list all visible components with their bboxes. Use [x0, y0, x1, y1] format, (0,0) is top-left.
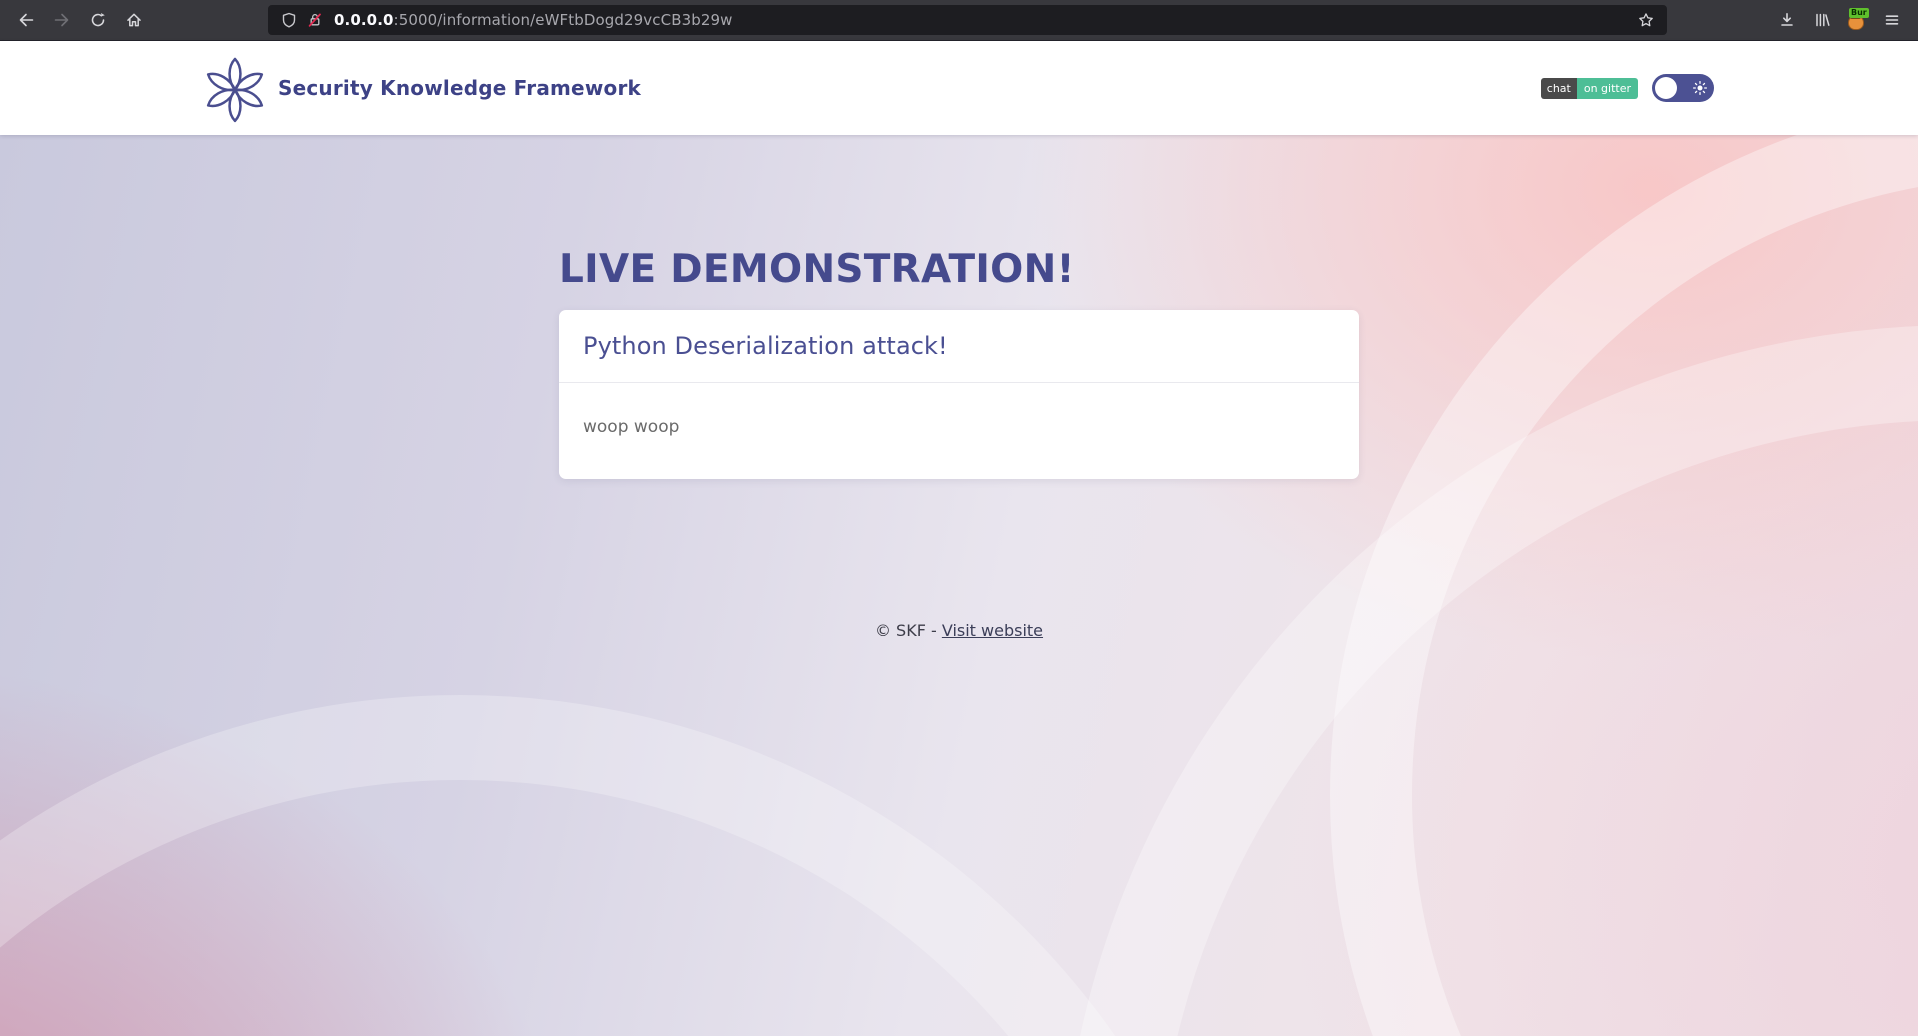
bookmark-button[interactable] — [1633, 7, 1659, 33]
info-card-body: woop woop — [559, 383, 1359, 479]
decorative-ring — [0, 695, 1260, 1036]
menu-button[interactable] — [1876, 5, 1908, 35]
hamburger-icon — [1885, 15, 1899, 25]
browser-toolbar: 0.0.0.0:5000/information/eWFtbDogd29vcCB… — [0, 0, 1918, 41]
visit-website-link[interactable]: Visit website — [942, 621, 1043, 640]
reload-icon — [91, 13, 105, 27]
burp-suite-icon: Bur — [1847, 8, 1869, 30]
reload-button[interactable] — [82, 5, 114, 35]
insecure-lock-icon — [308, 13, 321, 27]
tracking-protection-button[interactable] — [276, 7, 302, 33]
page-title: LIVE DEMONSTRATION! — [559, 247, 1075, 292]
toggle-knob — [1655, 77, 1677, 99]
info-card-text: woop woop — [583, 416, 680, 437]
brand-link[interactable]: Security Knowledge Framework — [204, 52, 641, 124]
url-path: :5000/information/eWFtbDogd29vcCB3b29w — [393, 11, 733, 29]
chat-badge-label: chat — [1540, 77, 1577, 99]
home-button[interactable] — [118, 5, 150, 35]
forward-button[interactable] — [46, 5, 78, 35]
info-card-title: Python Deserialization attack! — [583, 331, 948, 360]
dark-mode-toggle[interactable] — [1652, 74, 1714, 102]
url-host: 0.0.0.0 — [334, 11, 394, 29]
brand-title: Security Knowledge Framework — [278, 76, 642, 100]
library-button[interactable] — [1806, 5, 1838, 35]
gitter-chat-badge[interactable]: chat on gitter — [1540, 77, 1638, 99]
browser-nav-buttons — [10, 5, 150, 35]
info-card-header: Python Deserialization attack! — [559, 310, 1359, 383]
footer: © SKF - Visit website — [559, 621, 1359, 640]
forward-icon — [54, 13, 69, 27]
downloads-button[interactable] — [1771, 5, 1803, 35]
back-button[interactable] — [10, 5, 42, 35]
back-icon — [19, 13, 34, 27]
page-background: LIVE DEMONSTRATION! Python Deserializati… — [0, 135, 1918, 1036]
main-content: LIVE DEMONSTRATION! Python Deserializati… — [559, 135, 1359, 640]
info-card: Python Deserialization attack! woop woop — [559, 309, 1359, 479]
burp-badge-label: Bur — [1849, 8, 1869, 18]
connection-security-button[interactable] — [302, 7, 328, 33]
browser-action-buttons: Bur — [1771, 5, 1908, 35]
site-header: Security Knowledge Framework chat on git… — [0, 41, 1918, 135]
shield-icon — [282, 12, 296, 28]
sun-icon — [1693, 81, 1707, 95]
library-icon — [1816, 13, 1830, 27]
star-icon — [1639, 13, 1653, 27]
url-bar[interactable]: 0.0.0.0:5000/information/eWFtbDogd29vcCB… — [268, 5, 1667, 35]
skf-flower-logo-icon — [204, 57, 266, 123]
home-icon — [127, 13, 141, 27]
url-text: 0.0.0.0:5000/information/eWFtbDogd29vcCB… — [334, 11, 1633, 29]
burp-extension-button[interactable]: Bur — [1841, 5, 1873, 35]
chat-badge-value: on gitter — [1576, 77, 1638, 99]
download-icon — [1781, 13, 1793, 26]
footer-copyright: © SKF - — [874, 620, 942, 640]
